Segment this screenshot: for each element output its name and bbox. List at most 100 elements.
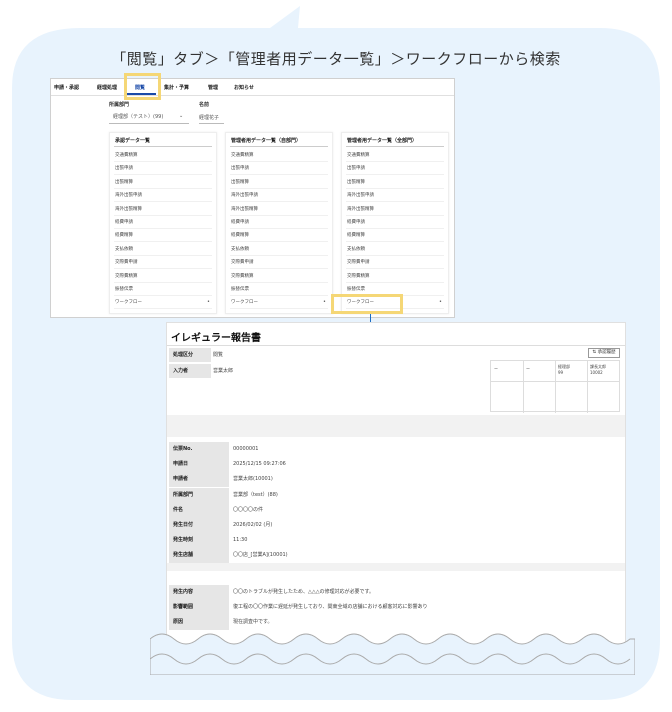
menu-link[interactable]: 出張精算 bbox=[115, 179, 133, 185]
name-label: 名前 bbox=[199, 102, 210, 108]
status-value: 閲覧 bbox=[213, 352, 224, 358]
column-approval: 承認データ一覧 交通費精算出張申請出張精算海外出張申請 海外出張精算 経費申請経費精算… bbox=[109, 132, 217, 314]
item-divider bbox=[230, 201, 328, 203]
field-label: 伝票No. bbox=[169, 442, 229, 457]
menu-link[interactable]: 支払依頼 bbox=[115, 246, 133, 252]
menu-link[interactable]: ワークフロー bbox=[231, 299, 258, 305]
menu-link[interactable]: 経費精算 bbox=[115, 232, 133, 238]
menu-link[interactable]: 出張申請 bbox=[347, 165, 365, 171]
item-divider bbox=[230, 281, 328, 283]
item-divider bbox=[114, 254, 212, 256]
menu-link[interactable]: 交際費精算 bbox=[231, 273, 254, 279]
field-label: 発生日付 bbox=[169, 518, 229, 533]
menu-link[interactable]: 海外出張申請 bbox=[115, 192, 142, 198]
item-divider bbox=[114, 174, 212, 176]
column-admin-all: 管理者用データ一覧（全部門） 交通費精算 出張申請 出張精算 海外出張申請 海外出張精算経… bbox=[341, 132, 449, 314]
menu-link[interactable]: 経費精算 bbox=[231, 232, 249, 238]
item-divider bbox=[114, 241, 212, 243]
menu-item-accounting[interactable]: 経理処理 bbox=[97, 84, 117, 91]
menu-item-apply[interactable]: 申請・承認 bbox=[54, 84, 79, 91]
menu-link[interactable]: 交際費申請 bbox=[347, 259, 370, 265]
torn-edge bbox=[150, 633, 635, 675]
expand-icon: • bbox=[439, 299, 442, 306]
highlight-workflow bbox=[331, 294, 403, 314]
item-divider bbox=[230, 174, 328, 176]
chevron-down-icon: ⌄ bbox=[179, 113, 184, 119]
field-value: 〇〇店_[営業A](10001) bbox=[231, 548, 623, 564]
field-value: 営業太郎(10001) bbox=[231, 472, 623, 488]
item-divider bbox=[114, 161, 212, 162]
menu-link[interactable]: 出張申請 bbox=[115, 165, 133, 171]
menu-link[interactable]: 経費精算 bbox=[347, 232, 365, 238]
menu-link[interactable]: ワークフロー bbox=[115, 299, 142, 305]
name-underline bbox=[199, 123, 224, 124]
item-divider bbox=[346, 281, 444, 283]
field-value: 00000001 bbox=[231, 442, 623, 457]
menu-link[interactable]: 交際費精算 bbox=[115, 273, 138, 279]
field-value: 2025/12/15 09:27:06 bbox=[231, 457, 623, 473]
menu-link[interactable]: 交際費申請 bbox=[115, 259, 138, 265]
menu-link[interactable]: 交通費精算 bbox=[115, 152, 138, 158]
menu-link[interactable]: 振替伝票 bbox=[115, 286, 133, 292]
item-divider bbox=[346, 201, 444, 203]
item-divider bbox=[230, 254, 328, 256]
column-admin-own: 管理者用データ一覧（自部門） 交通費精算出張申請出張精算海外出張申請 海外出張精算経… bbox=[225, 132, 333, 314]
menu-item-summary[interactable]: 集計・予算 bbox=[164, 84, 189, 91]
column-title: 承認データ一覧 bbox=[115, 138, 151, 144]
approval-history-button[interactable]: ⇅ 承認履歴 bbox=[588, 348, 620, 358]
menu-link[interactable]: 交通費精算 bbox=[231, 152, 254, 158]
field-label: 発生時刻 bbox=[169, 533, 229, 549]
menu-link[interactable]: 振替伝票 bbox=[347, 286, 365, 292]
field-value: 〇〇のトラブルが発生したため、△△△の修理対応が必要です。 bbox=[231, 585, 623, 600]
item-divider bbox=[114, 214, 212, 216]
menu-link[interactable]: 支払依頼 bbox=[347, 246, 365, 252]
menu-link[interactable]: 交際費申請 bbox=[231, 259, 254, 265]
item-divider bbox=[230, 161, 328, 162]
menu-link[interactable]: 海外出張精算 bbox=[115, 206, 142, 212]
menu-link[interactable]: 海外出張精算 bbox=[231, 206, 258, 212]
menu-link[interactable]: 経費申請 bbox=[347, 219, 365, 225]
item-divider bbox=[114, 201, 212, 203]
menu-link[interactable]: 交際費精算 bbox=[347, 273, 370, 279]
menu-link[interactable]: 経費申請 bbox=[115, 219, 133, 225]
approval-cell: ー bbox=[526, 366, 530, 371]
menu-link[interactable]: 出張申請 bbox=[231, 165, 249, 171]
dept-select[interactable]: 経理部（テスト）(99) bbox=[113, 113, 163, 120]
status-label: 処理区分 bbox=[169, 348, 211, 362]
expand-icon: • bbox=[323, 299, 326, 306]
item-divider bbox=[230, 241, 328, 243]
item-divider bbox=[346, 228, 444, 229]
field-label: 申請日 bbox=[169, 457, 229, 473]
field-label: 件名 bbox=[169, 502, 229, 518]
menu-link[interactable]: 出張精算 bbox=[231, 179, 249, 185]
field-label: 申請者 bbox=[169, 472, 229, 488]
field-value: 2026/02/02 (月) bbox=[231, 518, 623, 533]
menu-link[interactable]: 海外出張申請 bbox=[231, 192, 258, 198]
menu-link[interactable]: 振替伝票 bbox=[231, 286, 249, 292]
item-divider bbox=[114, 268, 212, 270]
item-divider bbox=[230, 187, 328, 189]
input-value: 営業太郎 bbox=[213, 368, 234, 374]
approval-cell: 10002 bbox=[590, 370, 603, 375]
title-divider bbox=[167, 345, 625, 346]
menu-screenshot-panel: 申請・承認 経理処理 閲覧 集計・予算 管理 お知らせ 所属部門 経理部（テスト… bbox=[50, 73, 455, 318]
menu-link[interactable]: 海外出張精算 bbox=[347, 206, 374, 212]
menu-link[interactable]: 出張精算 bbox=[347, 179, 365, 185]
item-divider bbox=[114, 308, 212, 310]
menu-item-news[interactable]: お知らせ bbox=[234, 84, 254, 91]
dept-select-underline bbox=[109, 123, 189, 124]
menu-link[interactable]: 経費申請 bbox=[231, 219, 249, 225]
item-divider bbox=[230, 268, 328, 270]
menu-link[interactable]: 海外出張申請 bbox=[347, 192, 374, 198]
item-divider bbox=[114, 295, 212, 296]
item-divider bbox=[346, 174, 444, 176]
menu-item-admin[interactable]: 管理 bbox=[208, 84, 218, 91]
field-label: 発生内容 bbox=[169, 585, 229, 600]
approval-cell: ー bbox=[494, 366, 498, 371]
field-value: 〇〇〇〇の件 bbox=[231, 502, 623, 518]
field-value: 復工程の〇〇作業に遅延が発生しており、関東全域の店舗における顧客対応に影響あり bbox=[231, 600, 623, 616]
item-divider bbox=[346, 241, 444, 243]
menu-link[interactable]: 交通費精算 bbox=[347, 152, 370, 158]
menu-link[interactable]: 支払依頼 bbox=[231, 246, 249, 252]
column-title: 管理者用データ一覧（自部門） bbox=[231, 138, 302, 144]
